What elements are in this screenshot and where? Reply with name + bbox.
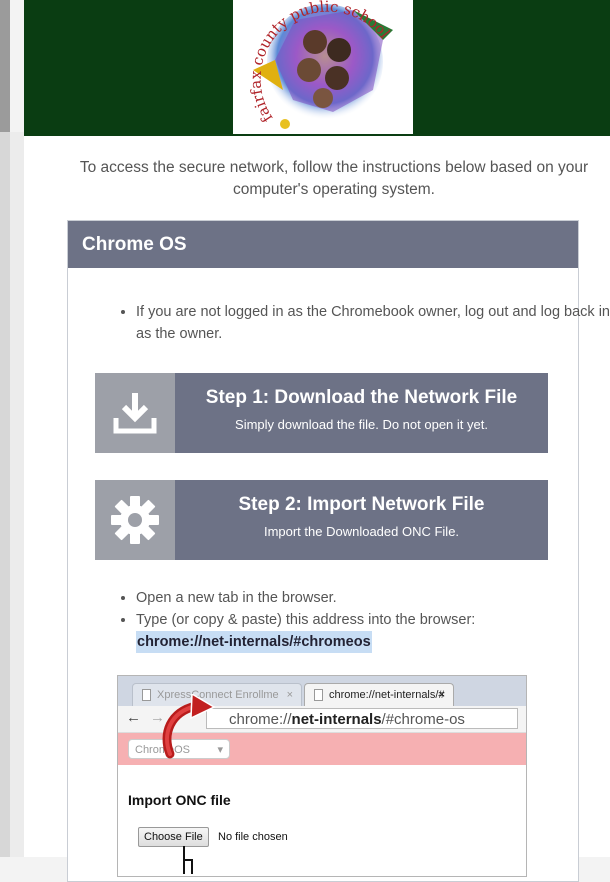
header-banner: fairfax county public schools: [24, 0, 610, 136]
close-icon: ×: [438, 689, 445, 701]
bullet-list-top: If you are not logged in as the Chromebo…: [68, 301, 610, 345]
screenshot-tab-net-internals: chrome://net-internals/# ×: [304, 683, 454, 706]
page-icon: [142, 689, 151, 701]
chromeos-address[interactable]: chrome://net-internals/#chromeos: [136, 631, 372, 653]
bullet-type-address-text: Type (or copy & paste) this address into…: [136, 612, 476, 628]
url-prefix: chrome://: [229, 711, 292, 728]
left-background: [10, 132, 24, 857]
step1-title: Step 1: Download the Network File: [205, 387, 518, 408]
gear-icon: [95, 480, 175, 560]
step2-title: Step 2: Import Network File: [238, 494, 485, 515]
curved-arrow-icon: [162, 694, 216, 759]
no-file-label: No file chosen: [218, 831, 288, 843]
step2-import-button[interactable]: Step 2: Import Network File Import the D…: [95, 480, 548, 560]
cursor-icon: [183, 846, 193, 874]
page-icon: [314, 689, 323, 701]
page: fairfax county public schools To access …: [24, 0, 610, 882]
chrome-os-panel: Chrome OS If you are not logged in as th…: [67, 220, 610, 882]
intro-text: To access the secure network, follow the…: [79, 159, 589, 198]
url-suffix: /#chrome-os: [381, 711, 465, 728]
close-icon: ×: [286, 689, 293, 701]
back-arrow-icon: ←: [126, 709, 141, 726]
bullet-open-tab: Open a new tab in the browser.: [136, 587, 610, 609]
import-onc-heading: Import ONC file: [128, 792, 231, 808]
step2-subtitle: Import the Downloaded ONC File.: [263, 524, 460, 539]
bullet-type-address: Type (or copy & paste) this address into…: [136, 609, 610, 653]
left-scroll-strip: [0, 0, 10, 857]
url-bold: net-internals: [291, 711, 382, 728]
choose-file-button: Choose File: [138, 827, 209, 847]
step1-download-button[interactable]: Step 1: Download the Network File Simply…: [95, 373, 548, 453]
fcps-logo: fairfax county public schools: [233, 0, 413, 134]
screenshot-tab2-label: chrome://net-internals/#: [329, 689, 445, 701]
bullet-owner-login: If you are not logged in as the Chromebo…: [136, 301, 610, 345]
bullet-list-bottom: Open a new tab in the browser. Type (or …: [68, 587, 610, 653]
screenshot-omnibox: chrome://net-internals/#chrome-os: [206, 708, 518, 729]
download-icon: [95, 373, 175, 453]
browser-screenshot: XpressConnect Enrollme × chrome://net-in…: [117, 675, 527, 877]
step1-subtitle: Simply download the file. Do not open it…: [235, 417, 488, 432]
panel-title: Chrome OS: [68, 221, 578, 268]
